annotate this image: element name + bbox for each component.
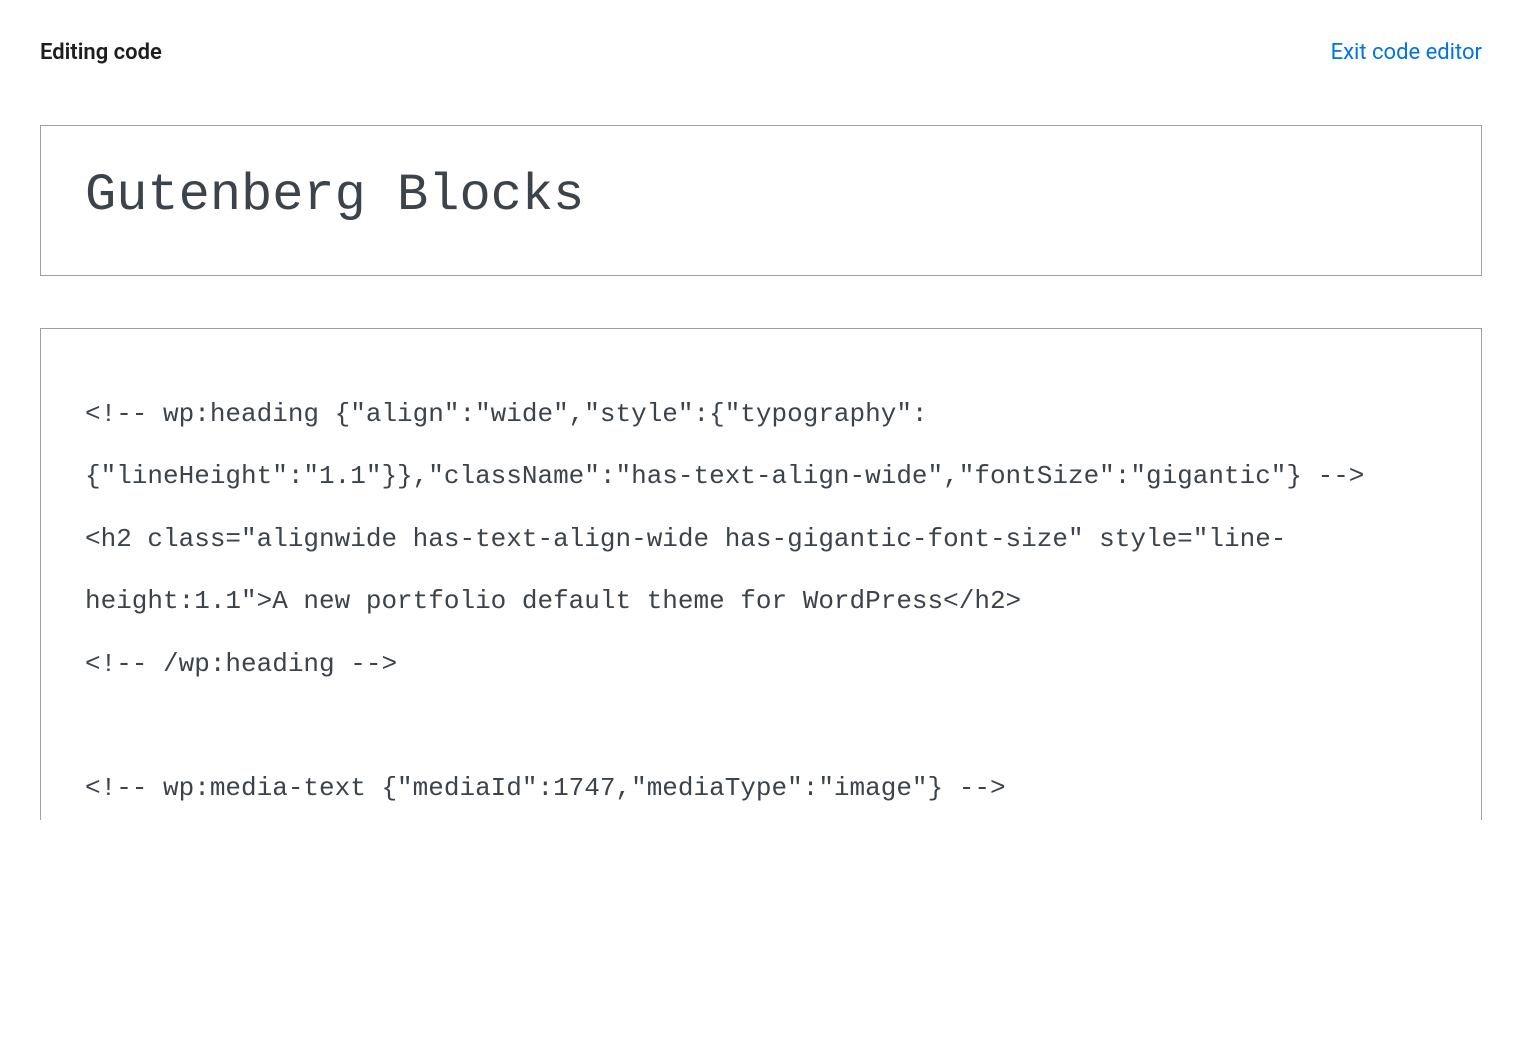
exit-code-editor-link[interactable]: Exit code editor bbox=[1331, 40, 1482, 65]
title-container: Gutenberg Blocks bbox=[40, 125, 1482, 276]
editor-header: Editing code Exit code editor bbox=[0, 0, 1522, 65]
editor-content-area: Gutenberg Blocks <!-- wp:heading {"align… bbox=[0, 65, 1522, 820]
code-editor-container: <!-- wp:heading {"align":"wide","style":… bbox=[40, 328, 1482, 820]
post-title-input[interactable]: Gutenberg Blocks bbox=[85, 166, 1437, 225]
header-label: Editing code bbox=[40, 40, 162, 65]
code-editor-textarea[interactable]: <!-- wp:heading {"align":"wide","style":… bbox=[85, 383, 1437, 820]
